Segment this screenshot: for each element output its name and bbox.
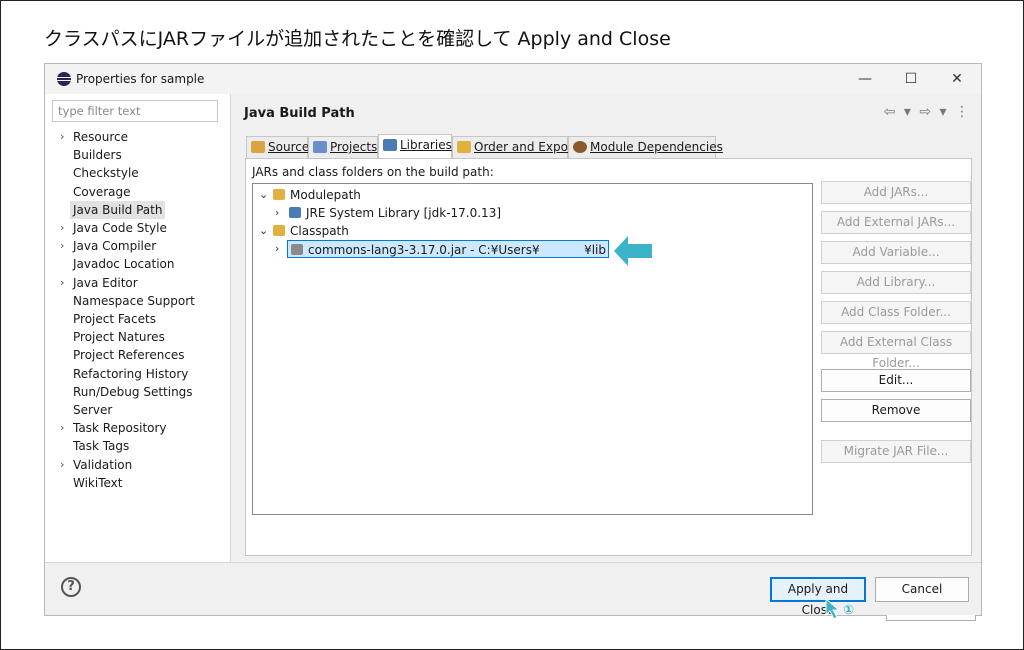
page-title: Java Build Path	[244, 106, 355, 121]
sidebar-item[interactable]: Server	[73, 401, 112, 419]
source-folder-icon	[251, 141, 265, 153]
tab-module-dependencies[interactable]: Module Dependencies	[568, 136, 723, 158]
side-button[interactable]: Edit...	[821, 369, 971, 392]
cancel-button[interactable]: Cancel	[875, 577, 969, 602]
chevron-right-icon[interactable]: ›	[275, 204, 279, 222]
side-button[interactable]: Add JARs...	[821, 181, 971, 204]
library-icon	[289, 207, 301, 218]
chevron-right-icon[interactable]: ›	[60, 274, 64, 292]
chevron-right-icon[interactable]: ›	[60, 128, 64, 146]
help-icon[interactable]: ?	[61, 577, 81, 597]
filter-input[interactable]: type filter text	[52, 100, 218, 122]
sidebar-item[interactable]: Java Compiler	[73, 237, 156, 255]
mouse-cursor-icon	[825, 598, 841, 620]
libraries-icon	[383, 139, 397, 151]
title-bar: Properties for sample — ☐ ✕	[45, 64, 981, 94]
window-title: Properties for sample	[76, 72, 205, 86]
tab-source[interactable]: Source	[246, 136, 309, 158]
sidebar: type filter text › Resource Builders Checks…	[45, 94, 231, 562]
tree-item-jre[interactable]: JRE System Library [jdk-17.0.13]	[289, 204, 501, 222]
eclipse-icon	[57, 72, 71, 86]
sidebar-item[interactable]: Resource	[73, 128, 128, 146]
side-button[interactable]: Add External Class Folder...	[821, 331, 971, 370]
path-container-icon	[273, 225, 285, 236]
instruction-text: クラスパスにJARファイルが追加されたことを確認して Apply and Clo…	[44, 28, 671, 50]
sidebar-item[interactable]: Project Natures	[73, 328, 165, 346]
order-export-icon	[457, 141, 471, 153]
properties-dialog: Properties for sample — ☐ ✕ type filter …	[44, 63, 982, 621]
tree-item-jar[interactable]: commons-lang3-3.17.0.jar - C:¥Users¥ ¥li…	[287, 240, 609, 258]
maximize-button[interactable]: ☐	[891, 67, 931, 91]
chevron-right-icon[interactable]: ›	[60, 419, 64, 437]
list-label: JARs and class folders on the build path…	[252, 165, 494, 179]
sidebar-item[interactable]: Run/Debug Settings	[73, 383, 193, 401]
side-button[interactable]: Migrate JAR File...	[821, 440, 971, 463]
side-button[interactable]: Add Class Folder...	[821, 301, 971, 324]
close-button[interactable]: ✕	[937, 67, 977, 91]
tab-order-and-export[interactable]: Order and Export	[452, 136, 578, 158]
sidebar-item[interactable]: Java Code Style	[73, 219, 167, 237]
libraries-content: JARs and class folders on the build path…	[245, 158, 972, 556]
main-panel: Java Build Path ⇦ ▾ ⇨ ▾ ⋮ Source Project…	[232, 94, 981, 621]
tree-item-classpath[interactable]: Classpath	[273, 222, 349, 240]
sidebar-item[interactable]: Task Repository	[73, 419, 167, 437]
chevron-right-icon[interactable]: ›	[275, 240, 279, 258]
sidebar-item[interactable]: Namespace Support	[73, 292, 195, 310]
sidebar-item[interactable]: WikiText	[73, 474, 123, 492]
nav-arrows[interactable]: ⇦ ▾ ⇨ ▾ ⋮	[884, 104, 971, 120]
side-button[interactable]: Add Library...	[821, 271, 971, 294]
sidebar-item[interactable]: Task Tags	[73, 437, 129, 455]
sidebar-item[interactable]: Java Editor	[73, 274, 138, 292]
side-button[interactable]: Add Variable...	[821, 241, 971, 264]
sidebar-item[interactable]: Javadoc Location	[73, 255, 174, 273]
sidebar-item[interactable]: Refactoring History	[73, 365, 188, 383]
chevron-right-icon[interactable]: ›	[60, 219, 64, 237]
sidebar-item[interactable]: Validation	[73, 456, 132, 474]
jar-icon	[291, 244, 303, 255]
sidebar-item[interactable]: Builders	[73, 146, 122, 164]
sidebar-item[interactable]: Java Build Path	[70, 200, 166, 219]
step-number: ①	[843, 603, 855, 618]
chevron-down-icon[interactable]: ⌄	[259, 186, 268, 204]
chevron-right-icon[interactable]: ›	[60, 237, 64, 255]
tab-libraries[interactable]: Libraries	[378, 134, 452, 159]
tab-projects[interactable]: Projects	[308, 136, 378, 158]
side-button[interactable]: Remove	[821, 399, 971, 422]
chevron-right-icon[interactable]: ›	[60, 456, 64, 474]
sidebar-item[interactable]: Coverage	[73, 183, 131, 201]
jar-path-suffix: ¥lib	[584, 243, 606, 257]
build-path-tree[interactable]: ⌄ Modulepath › JRE System Library [jdk-1…	[252, 183, 813, 515]
chevron-down-icon[interactable]: ⌄	[259, 222, 268, 240]
sidebar-item[interactable]: Project References	[73, 346, 185, 364]
apply-and-close-button[interactable]: Apply and Close	[770, 577, 866, 617]
path-container-icon	[273, 189, 285, 200]
tree-item-modulepath[interactable]: Modulepath	[273, 186, 361, 204]
sidebar-item[interactable]: Project Facets	[73, 310, 156, 328]
side-button[interactable]: Add External JARs...	[821, 211, 971, 234]
callout-arrow-icon	[614, 236, 652, 266]
minimize-button[interactable]: —	[845, 67, 885, 91]
projects-icon	[313, 141, 327, 153]
sidebar-item[interactable]: Checkstyle	[73, 164, 139, 182]
module-icon	[573, 141, 587, 153]
